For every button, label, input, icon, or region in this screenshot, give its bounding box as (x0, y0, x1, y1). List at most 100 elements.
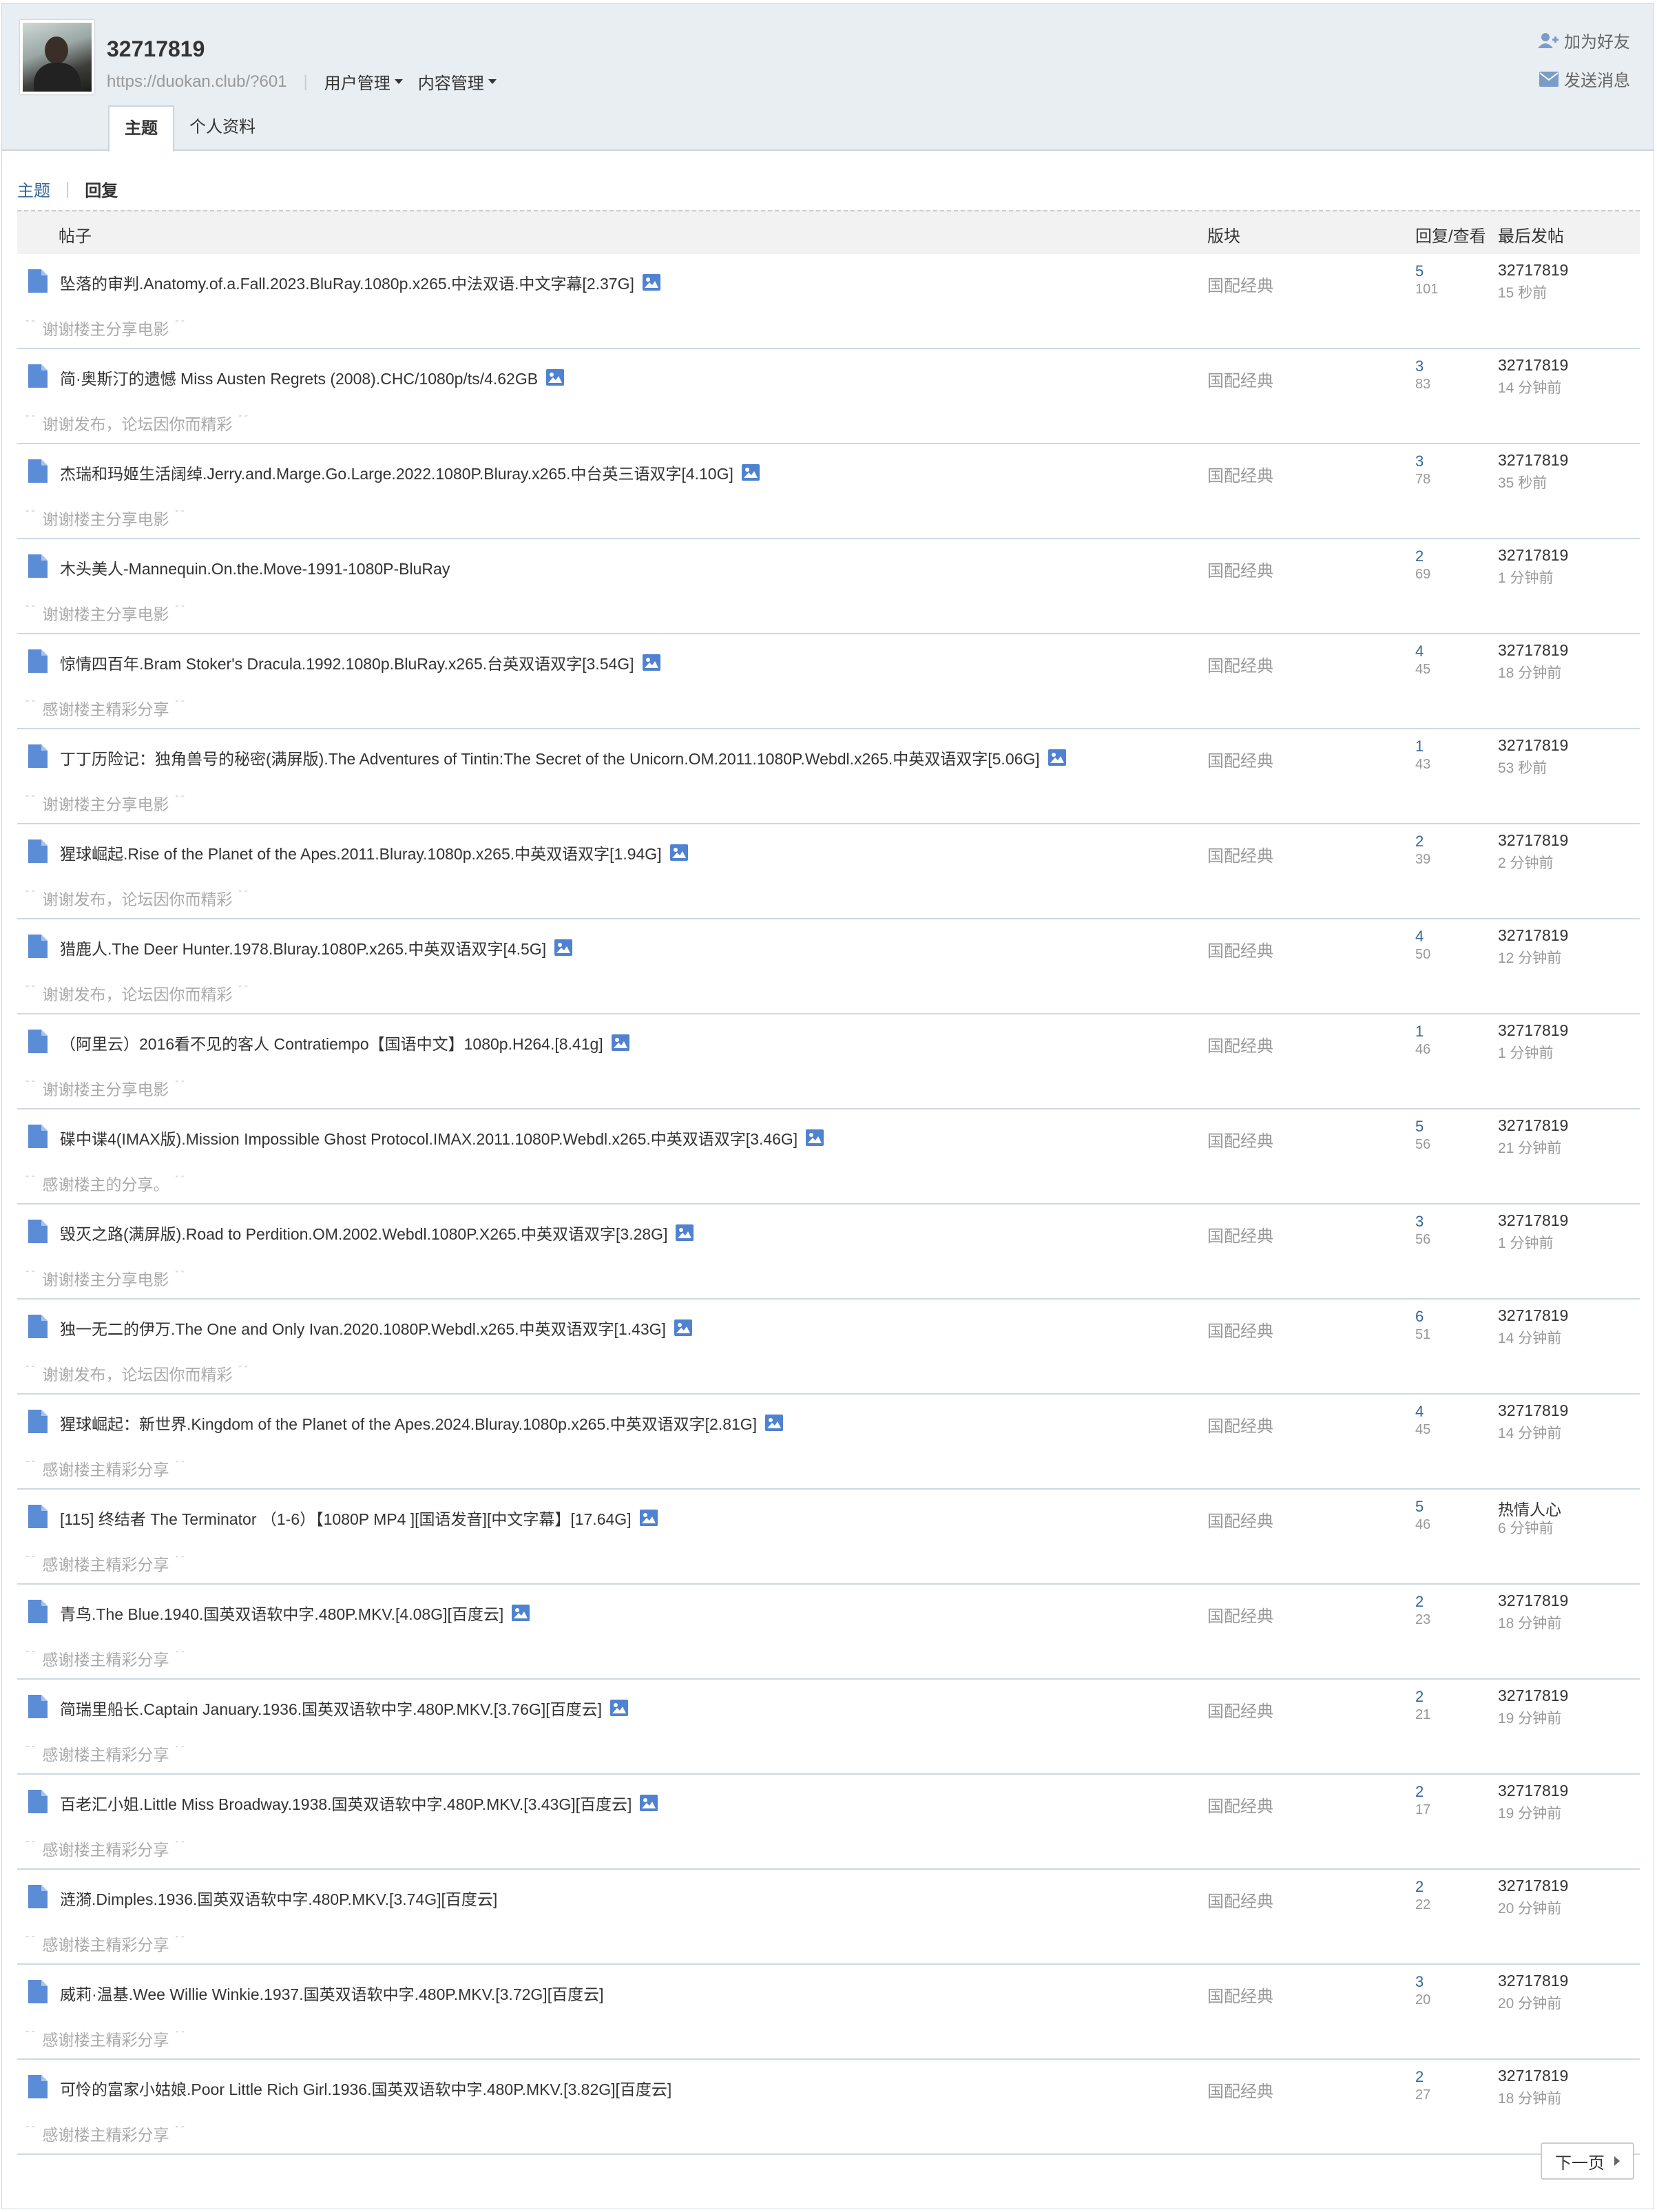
forum-link[interactable]: 国配经典 (1207, 2078, 1273, 2102)
thread-title[interactable]: 简·奥斯汀的遗憾 Miss Austen Regrets (2008).CHC/… (60, 366, 565, 389)
thread-title[interactable]: 青鸟.The Blue.1940.国英双语软中字.480P.MKV.[4.08G… (60, 1601, 530, 1625)
file-icon[interactable] (28, 649, 48, 673)
last-post-user[interactable]: 32717819 (1498, 831, 1568, 850)
forum-link[interactable]: 国配经典 (1207, 1317, 1273, 1342)
reply-count[interactable]: 5 (1415, 1498, 1424, 1516)
reply-count[interactable]: 3 (1415, 1213, 1424, 1231)
file-icon[interactable] (28, 1315, 48, 1338)
forum-link[interactable]: 国配经典 (1207, 1127, 1273, 1151)
reply-count[interactable]: 4 (1415, 643, 1424, 660)
reply-count[interactable]: 4 (1415, 1403, 1424, 1421)
forum-link[interactable]: 国配经典 (1207, 1698, 1273, 1722)
reply-count[interactable]: 5 (1415, 262, 1424, 280)
last-post-user[interactable]: 32717819 (1498, 1021, 1568, 1040)
forum-link[interactable]: 国配经典 (1207, 937, 1273, 961)
last-post-user[interactable]: 32717819 (1498, 356, 1568, 375)
last-post-time[interactable]: 21 分钟前 (1498, 1137, 1561, 1158)
last-post-user[interactable]: 热情人心 (1498, 1496, 1561, 1520)
file-icon[interactable] (28, 1885, 48, 1908)
last-post-time[interactable]: 18 分钟前 (1498, 662, 1561, 682)
thread-title[interactable]: 威莉·温基.Wee Willie Winkie.1937.国英双语软中字.480… (60, 1981, 603, 2005)
last-post-user[interactable]: 32717819 (1498, 261, 1568, 280)
last-post-user[interactable]: 32717819 (1498, 1592, 1568, 1610)
file-icon[interactable] (28, 459, 48, 483)
file-icon[interactable] (28, 744, 48, 768)
last-post-time[interactable]: 1 分钟前 (1498, 567, 1554, 587)
last-post-user[interactable]: 32717819 (1498, 1211, 1568, 1230)
reply-count[interactable]: 3 (1415, 1973, 1424, 1991)
reply-count[interactable]: 4 (1415, 928, 1424, 946)
last-post-user[interactable]: 32717819 (1498, 546, 1568, 565)
thread-title[interactable]: 涟漪.Dimples.1936.国英双语软中字.480P.MKV.[3.74G]… (60, 1886, 497, 1910)
thread-title[interactable]: 百老汇小姐.Little Miss Broadway.1938.国英双语软中字.… (60, 1791, 658, 1815)
forum-link[interactable]: 国配经典 (1207, 1793, 1273, 1817)
last-post-time[interactable]: 19 分钟前 (1498, 1802, 1561, 1823)
forum-link[interactable]: 国配经典 (1207, 842, 1273, 866)
thread-title[interactable]: 可怜的富家小姑娘.Poor Little Rich Girl.1936.国英双语… (60, 2076, 671, 2100)
last-post-user[interactable]: 32717819 (1498, 1401, 1568, 1420)
file-icon[interactable] (28, 1125, 48, 1148)
thread-title[interactable]: 简瑞里船长.Captain January.1936.国英双语软中字.480P.… (60, 1696, 628, 1720)
last-post-time[interactable]: 14 分钟前 (1498, 377, 1561, 397)
last-post-user[interactable]: 32717819 (1498, 736, 1568, 755)
file-icon[interactable] (28, 839, 48, 863)
reply-count[interactable]: 2 (1415, 1878, 1424, 1896)
reply-count[interactable]: 6 (1415, 1308, 1424, 1326)
add-friend-button[interactable]: 加为好友 (1538, 28, 1630, 52)
last-post-user[interactable]: 32717819 (1498, 1306, 1568, 1325)
forum-link[interactable]: 国配经典 (1207, 1222, 1273, 1246)
last-post-time[interactable]: 18 分钟前 (1498, 2087, 1561, 2108)
last-post-user[interactable]: 32717819 (1498, 1782, 1568, 1800)
file-icon[interactable] (28, 935, 48, 958)
file-icon[interactable] (28, 1600, 48, 1623)
file-icon[interactable] (28, 269, 48, 293)
file-icon[interactable] (28, 1030, 48, 1053)
send-message-button[interactable]: 发送消息 (1539, 67, 1630, 91)
last-post-time[interactable]: 53 秒前 (1498, 757, 1547, 778)
thread-title[interactable]: 猩球崛起：新世界.Kingdom of the Planet of the Ap… (60, 1411, 784, 1434)
thread-title[interactable]: 毁灭之路(满屏版).Road to Perdition.OM.2002.Webd… (60, 1221, 694, 1244)
last-post-user[interactable]: 32717819 (1498, 1687, 1568, 1705)
file-icon[interactable] (28, 1220, 48, 1243)
next-page-button[interactable]: 下一页 (1541, 2142, 1634, 2180)
forum-link[interactable]: 国配经典 (1207, 1032, 1273, 1056)
file-icon[interactable] (28, 554, 48, 578)
file-icon[interactable] (28, 1695, 48, 1718)
forum-link[interactable]: 国配经典 (1207, 557, 1273, 581)
reply-count[interactable]: 2 (1415, 833, 1424, 851)
last-post-time[interactable]: 14 分钟前 (1498, 1327, 1561, 1348)
thread-title[interactable]: 惊情四百年.Bram Stoker's Dracula.1992.1080p.B… (60, 651, 660, 674)
forum-link[interactable]: 国配经典 (1207, 652, 1273, 676)
last-post-user[interactable]: 32717819 (1498, 2067, 1568, 2085)
last-post-time[interactable]: 20 分钟前 (1498, 1992, 1561, 2013)
thread-title[interactable]: 坠落的审判.Anatomy.of.a.Fall.2023.BluRay.1080… (60, 271, 660, 294)
subnav-threads[interactable]: 主题 (17, 177, 50, 201)
reply-count[interactable]: 3 (1415, 452, 1424, 470)
reply-count[interactable]: 3 (1415, 357, 1424, 375)
forum-link[interactable]: 国配经典 (1207, 747, 1273, 771)
forum-link[interactable]: 国配经典 (1207, 1412, 1273, 1437)
file-icon[interactable] (28, 1410, 48, 1433)
avatar[interactable] (20, 20, 94, 94)
tab-profile[interactable]: 个人资料 (174, 105, 271, 149)
last-post-user[interactable]: 32717819 (1498, 1116, 1568, 1135)
file-icon[interactable] (28, 1980, 48, 2003)
last-post-time[interactable]: 18 分钟前 (1498, 1612, 1561, 1633)
forum-link[interactable]: 国配经典 (1207, 462, 1273, 486)
forum-link[interactable]: 国配经典 (1207, 367, 1273, 391)
last-post-time[interactable]: 20 分钟前 (1498, 1897, 1561, 1918)
last-post-time[interactable]: 1 分钟前 (1498, 1232, 1554, 1253)
last-post-user[interactable]: 32717819 (1498, 641, 1568, 660)
forum-link[interactable]: 国配经典 (1207, 1983, 1273, 2007)
reply-count[interactable]: 2 (1415, 1783, 1424, 1801)
last-post-user[interactable]: 32717819 (1498, 1972, 1568, 1990)
thread-title[interactable]: 丁丁历险记：独角兽号的秘密(满屏版).The Adventures of Tin… (60, 746, 1066, 769)
thread-title[interactable]: 杰瑞和玛姬生活阔绰.Jerry.and.Marge.Go.Large.2022.… (60, 461, 760, 484)
forum-link[interactable]: 国配经典 (1207, 1888, 1273, 1912)
last-post-time[interactable]: 6 分钟前 (1498, 1517, 1554, 1538)
last-post-time[interactable]: 35 秒前 (1498, 472, 1547, 492)
last-post-user[interactable]: 32717819 (1498, 1877, 1568, 1895)
reply-count[interactable]: 1 (1415, 1023, 1424, 1041)
last-post-time[interactable]: 14 分钟前 (1498, 1422, 1561, 1443)
forum-link[interactable]: 国配经典 (1207, 1603, 1273, 1627)
